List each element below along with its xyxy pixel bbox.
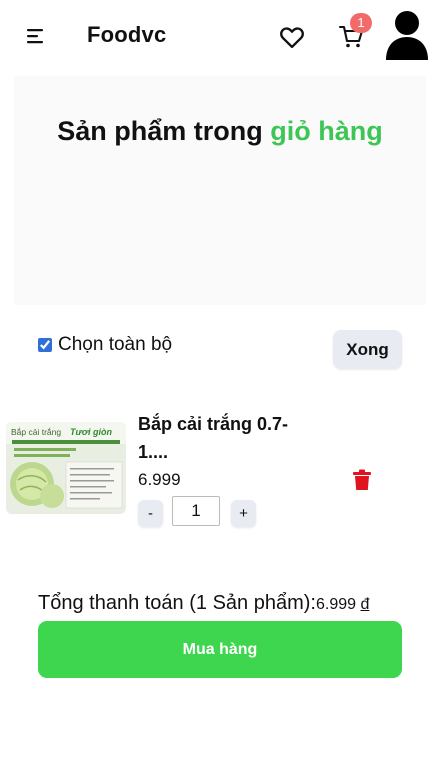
thumb-title: Bắp cải trắng bbox=[11, 427, 61, 437]
quantity-decrease-button[interactable]: - bbox=[138, 500, 163, 527]
select-all[interactable]: Chọn toàn bộ bbox=[38, 334, 172, 356]
thumb-accent: Tươi giòn bbox=[70, 427, 112, 437]
page-title-accent: giỏ hàng bbox=[270, 116, 383, 146]
total-amount: 6.999 bbox=[315, 596, 361, 613]
page-title-main: Sản phẩm trong bbox=[57, 116, 271, 146]
heart-icon[interactable] bbox=[278, 23, 306, 51]
product-price: 6.999 bbox=[138, 470, 181, 489]
brand-name[interactable]: Foodvc bbox=[87, 22, 166, 48]
select-all-checkbox[interactable] bbox=[38, 338, 52, 352]
currency-symbol: đ bbox=[360, 596, 370, 613]
quantity-increase-button[interactable]: + bbox=[231, 500, 256, 527]
top-header: Foodvc 1 bbox=[0, 0, 440, 76]
cart-count-badge: 1 bbox=[350, 13, 372, 33]
quantity-input[interactable] bbox=[172, 496, 220, 526]
menu-icon[interactable] bbox=[24, 26, 48, 46]
total-summary: Tổng thanh toán (1 Sản phẩm):6.999 đ bbox=[38, 592, 369, 615]
done-button[interactable]: Xong bbox=[333, 330, 402, 369]
total-label: Tổng thanh toán (1 Sản phẩm): bbox=[38, 592, 316, 614]
product-thumbnail[interactable]: Bắp cải trắng Tươi giòn bbox=[6, 422, 126, 514]
hero-banner bbox=[14, 76, 426, 305]
select-all-label: Chọn toàn bộ bbox=[58, 334, 173, 355]
user-avatar-icon[interactable] bbox=[384, 8, 430, 60]
trash-icon[interactable] bbox=[352, 469, 372, 491]
product-name[interactable]: Bắp cải trắng 0.7-1.... bbox=[138, 410, 318, 466]
buy-button[interactable]: Mua hàng bbox=[38, 621, 402, 678]
page-title: Sản phẩm trong giỏ hàng bbox=[0, 112, 440, 150]
